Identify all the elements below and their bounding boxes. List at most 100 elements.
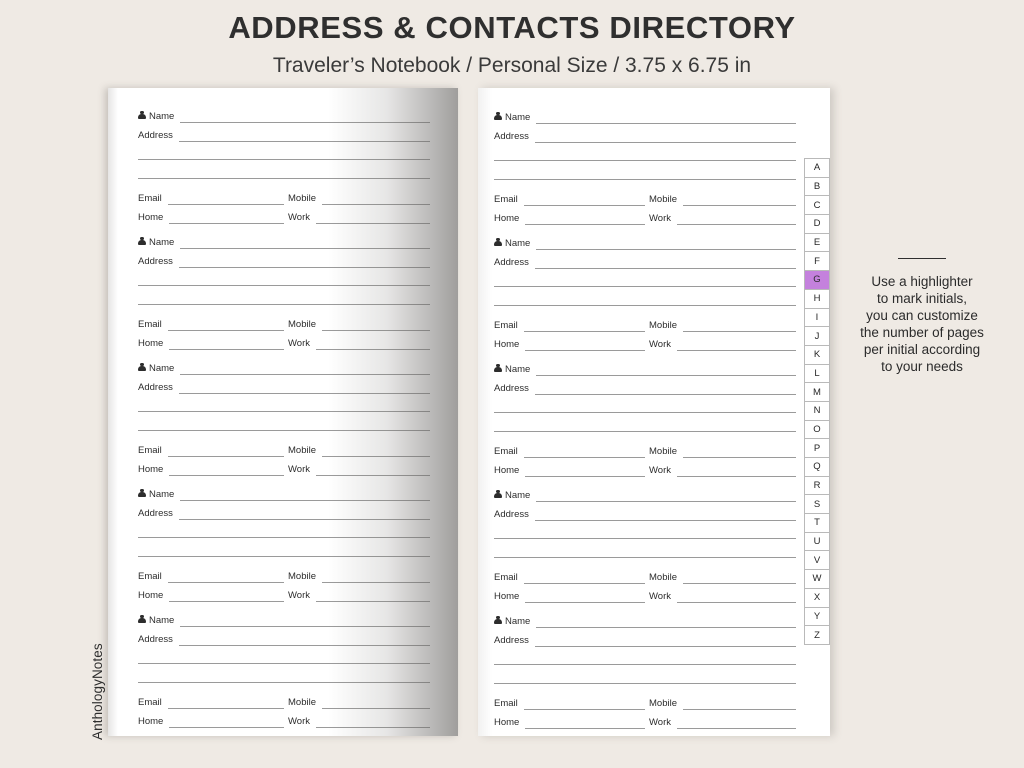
work-write-line[interactable] <box>677 475 796 477</box>
home-write-line[interactable] <box>169 600 284 602</box>
address-extra-write-line[interactable] <box>138 648 430 667</box>
work-write-line[interactable] <box>316 348 430 350</box>
name-write-line[interactable] <box>180 373 430 375</box>
name-write-line[interactable] <box>180 625 430 627</box>
home-write-line[interactable] <box>169 348 284 350</box>
mobile-write-line[interactable] <box>683 708 796 710</box>
email-write-line[interactable] <box>167 581 284 583</box>
alphabet-tab-strip[interactable]: ABCDEFGHIJKLMNOPQRSTUVWXYZ <box>804 158 830 645</box>
address-extra-write-line[interactable] <box>494 523 796 542</box>
home-write-line[interactable] <box>169 474 284 476</box>
home-write-line[interactable] <box>525 475 645 477</box>
alphabet-tab-k[interactable]: K <box>805 345 829 365</box>
work-write-line[interactable] <box>316 600 430 602</box>
address-extra-write-line[interactable] <box>494 271 796 290</box>
address-write-line[interactable] <box>178 644 430 646</box>
alphabet-tab-w[interactable]: W <box>805 570 829 589</box>
alphabet-tab-t[interactable]: T <box>805 514 829 533</box>
work-write-line[interactable] <box>677 223 796 225</box>
address-write-line[interactable] <box>178 266 430 268</box>
name-write-line[interactable] <box>536 248 796 250</box>
address-extra-write-line[interactable] <box>138 522 430 541</box>
alphabet-tab-q[interactable]: Q <box>805 458 829 477</box>
alphabet-tab-f[interactable]: F <box>805 252 829 272</box>
mobile-write-line[interactable] <box>683 456 796 458</box>
home-write-line[interactable] <box>525 727 645 729</box>
work-write-line[interactable] <box>316 222 430 224</box>
home-write-line[interactable] <box>169 726 284 728</box>
email-write-line[interactable] <box>167 203 284 205</box>
address-extra-write-line[interactable] <box>494 415 796 434</box>
alphabet-tab-l[interactable]: L <box>805 364 829 384</box>
alphabet-tab-a[interactable]: A <box>805 159 829 178</box>
mobile-write-line[interactable] <box>322 329 430 331</box>
work-write-line[interactable] <box>316 474 430 476</box>
name-write-line[interactable] <box>180 121 430 123</box>
alphabet-tab-c[interactable]: C <box>805 196 829 216</box>
alphabet-tab-s[interactable]: S <box>805 495 829 515</box>
name-write-line[interactable] <box>536 122 796 124</box>
mobile-write-line[interactable] <box>683 330 796 332</box>
work-write-line[interactable] <box>677 727 796 729</box>
address-extra-write-line[interactable] <box>138 396 430 415</box>
address-write-line[interactable] <box>178 518 430 520</box>
address-extra-write-line[interactable] <box>138 270 430 289</box>
home-write-line[interactable] <box>525 223 645 225</box>
address-extra-write-line[interactable] <box>494 289 796 308</box>
work-write-line[interactable] <box>316 726 430 728</box>
alphabet-tab-d[interactable]: D <box>805 215 829 234</box>
email-write-line[interactable] <box>523 708 645 710</box>
mobile-write-line[interactable] <box>322 707 430 709</box>
alphabet-tab-j[interactable]: J <box>805 327 829 346</box>
alphabet-tab-x[interactable]: X <box>805 588 829 608</box>
alphabet-tab-e[interactable]: E <box>805 233 829 253</box>
alphabet-tab-p[interactable]: P <box>805 439 829 458</box>
email-write-line[interactable] <box>167 329 284 331</box>
mobile-write-line[interactable] <box>322 455 430 457</box>
email-write-line[interactable] <box>523 204 645 206</box>
name-write-line[interactable] <box>536 374 796 376</box>
alphabet-tab-h[interactable]: H <box>805 289 829 309</box>
alphabet-tab-z[interactable]: Z <box>805 626 829 645</box>
address-extra-write-line[interactable] <box>138 414 430 433</box>
name-write-line[interactable] <box>180 499 430 501</box>
address-extra-write-line[interactable] <box>138 540 430 559</box>
address-write-line[interactable] <box>534 141 796 143</box>
home-write-line[interactable] <box>525 349 645 351</box>
address-extra-write-line[interactable] <box>494 667 796 686</box>
name-write-line[interactable] <box>536 500 796 502</box>
home-write-line[interactable] <box>525 601 645 603</box>
email-write-line[interactable] <box>167 455 284 457</box>
address-extra-write-line[interactable] <box>494 163 796 182</box>
mobile-write-line[interactable] <box>322 581 430 583</box>
address-extra-write-line[interactable] <box>138 666 430 685</box>
address-extra-write-line[interactable] <box>494 397 796 416</box>
address-extra-write-line[interactable] <box>138 288 430 307</box>
mobile-write-line[interactable] <box>683 582 796 584</box>
address-extra-write-line[interactable] <box>138 144 430 163</box>
alphabet-tab-u[interactable]: U <box>805 532 829 552</box>
mobile-write-line[interactable] <box>683 204 796 206</box>
name-write-line[interactable] <box>536 626 796 628</box>
address-write-line[interactable] <box>534 519 796 521</box>
alphabet-tab-o[interactable]: O <box>805 420 829 440</box>
alphabet-tab-n[interactable]: N <box>805 401 829 421</box>
alphabet-tab-i[interactable]: I <box>805 308 829 328</box>
address-extra-write-line[interactable] <box>494 649 796 668</box>
address-write-line[interactable] <box>534 267 796 269</box>
alphabet-tab-r[interactable]: R <box>805 476 829 496</box>
address-extra-write-line[interactable] <box>494 541 796 560</box>
home-write-line[interactable] <box>169 222 284 224</box>
name-write-line[interactable] <box>180 247 430 249</box>
work-write-line[interactable] <box>677 349 796 351</box>
email-write-line[interactable] <box>523 330 645 332</box>
alphabet-tab-g[interactable]: G <box>805 271 829 290</box>
address-write-line[interactable] <box>534 645 796 647</box>
alphabet-tab-m[interactable]: M <box>805 383 829 402</box>
mobile-write-line[interactable] <box>322 203 430 205</box>
email-write-line[interactable] <box>167 707 284 709</box>
address-write-line[interactable] <box>534 393 796 395</box>
email-write-line[interactable] <box>523 582 645 584</box>
email-write-line[interactable] <box>523 456 645 458</box>
alphabet-tab-b[interactable]: B <box>805 177 829 197</box>
